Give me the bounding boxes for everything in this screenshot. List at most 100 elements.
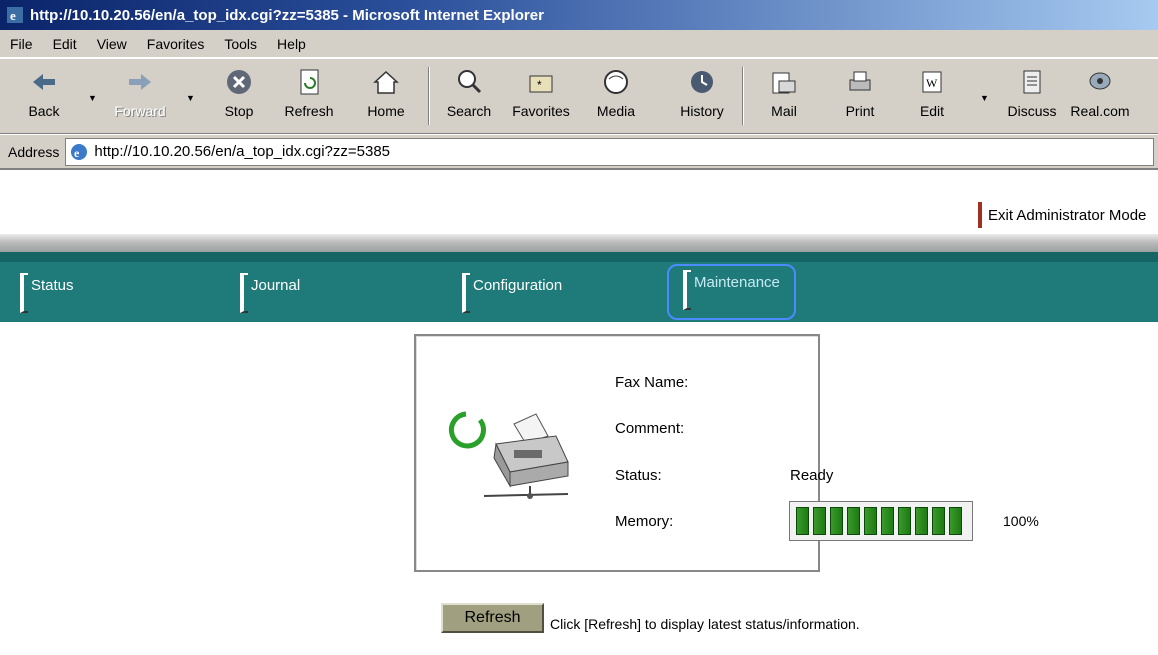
edit-button[interactable]: W Edit [896, 65, 968, 129]
favorites-label: Favorites [512, 103, 570, 119]
word-edit-icon: W [922, 71, 942, 93]
fax-name-label: Fax Name: [615, 374, 689, 391]
stop-icon [227, 70, 251, 94]
memory-meter [789, 501, 973, 541]
media-button[interactable]: Media [580, 65, 652, 129]
toolbar-separator [428, 67, 430, 125]
forward-button[interactable]: Forward [104, 65, 176, 129]
home-button[interactable]: Home [350, 65, 422, 129]
forward-label: Forward [114, 103, 166, 119]
status-label: Status: [615, 467, 662, 484]
history-icon [691, 71, 713, 93]
edit-label: Edit [919, 103, 945, 119]
memory-segment [949, 507, 962, 535]
menu-tools[interactable]: Tools [214, 36, 267, 52]
favorites-button[interactable]: * Favorites [505, 65, 577, 129]
exit-admin-link[interactable]: Exit Administrator Mode [978, 202, 1146, 228]
toolbar-separator [742, 67, 744, 125]
svg-text:e: e [10, 8, 16, 23]
memory-segment [830, 507, 843, 535]
tab-configuration[interactable]: Configuration [462, 273, 562, 313]
discuss-button[interactable]: Discuss [996, 65, 1068, 129]
status-panel: Fax Name: Comment: Status: Ready Memory:… [414, 334, 1039, 572]
refresh-page-icon [300, 69, 319, 95]
tab-maintenance-label: Maintenance [694, 274, 780, 291]
back-label: Back [28, 103, 60, 119]
memory-segment [796, 507, 809, 535]
history-button[interactable]: History [666, 65, 738, 129]
header-separator [0, 234, 1158, 252]
back-button[interactable]: Back [8, 65, 80, 129]
refresh-button[interactable]: Refresh [441, 603, 544, 633]
mail-icon [772, 72, 796, 94]
tab-bracket-icon [683, 270, 691, 310]
mail-label: Mail [771, 103, 797, 119]
refresh-toolbar-button[interactable]: Refresh [273, 65, 345, 129]
stop-button[interactable]: Stop [203, 65, 275, 129]
tab-bracket-icon [462, 273, 470, 313]
tab-maintenance[interactable]: Maintenance [667, 264, 796, 320]
internet-explorer-icon: e [7, 7, 23, 23]
status-value: Ready [790, 467, 834, 484]
search-icon [458, 70, 482, 94]
history-label: History [680, 103, 724, 119]
memory-segment [881, 507, 894, 535]
svg-text:e: e [74, 146, 80, 160]
tab-status-label: Status [31, 277, 74, 294]
refresh-note: Click [Refresh] to display latest status… [550, 616, 860, 632]
web-page: Exit Administrator Mode Status Journal C… [0, 172, 1158, 655]
media-icon [604, 70, 628, 94]
edit-dropdown-icon[interactable]: ▼ [980, 93, 989, 103]
discuss-label: Discuss [1007, 103, 1057, 119]
forward-arrow-icon [129, 74, 151, 90]
tab-journal-label: Journal [251, 277, 301, 294]
home-icon [373, 70, 399, 94]
memory-label: Memory: [615, 513, 674, 530]
real-player-icon [1089, 72, 1111, 90]
ie-page-icon: e [71, 143, 88, 160]
menu-bar: File Edit View Favorites Tools Help [0, 30, 1158, 58]
forward-dropdown-icon[interactable]: ▼ [186, 93, 195, 103]
home-label: Home [367, 103, 405, 119]
menu-favorites[interactable]: Favorites [137, 36, 215, 52]
mail-button[interactable]: Mail [748, 65, 820, 129]
realcom-button[interactable]: Real.com [1064, 65, 1136, 129]
refresh-label: Refresh [284, 103, 334, 119]
memory-segment [898, 507, 911, 535]
nav-bar: Status Journal Configuration Maintenance [0, 252, 1158, 322]
menu-edit[interactable]: Edit [43, 36, 87, 52]
svg-text:W: W [926, 76, 938, 90]
search-label: Search [446, 103, 492, 119]
window-title: http://10.10.20.56/en/a_top_idx.cgi?zz=5… [30, 6, 544, 24]
menu-file[interactable]: File [0, 36, 43, 52]
comment-label: Comment: [615, 420, 685, 437]
realcom-label: Real.com [1070, 103, 1130, 119]
svg-text:*: * [537, 78, 542, 92]
search-button[interactable]: Search [433, 65, 505, 129]
address-label: Address [8, 143, 60, 160]
media-label: Media [596, 103, 636, 119]
address-input[interactable]: e http://10.10.20.56/en/a_top_idx.cgi?zz… [65, 137, 1154, 166]
discuss-icon [1023, 70, 1041, 94]
menu-help[interactable]: Help [267, 36, 316, 52]
address-url: http://10.10.20.56/en/a_top_idx.cgi?zz=5… [94, 143, 391, 160]
fax-machine-icon [448, 411, 569, 499]
tab-journal[interactable]: Journal [240, 273, 301, 313]
favorites-folder-icon: * [529, 75, 553, 93]
stop-label: Stop [224, 103, 254, 119]
back-arrow-icon [33, 74, 55, 90]
back-dropdown-icon[interactable]: ▼ [88, 93, 97, 103]
print-label: Print [845, 103, 875, 119]
exit-admin-label: Exit Administrator Mode [988, 206, 1147, 224]
memory-segment [847, 507, 860, 535]
memory-segment [932, 507, 945, 535]
memory-segment [915, 507, 928, 535]
exit-marker-icon [978, 202, 982, 228]
tab-bracket-icon [240, 273, 248, 313]
address-bar: Address e http://10.10.20.56/en/a_top_id… [0, 134, 1158, 170]
print-button[interactable]: Print [824, 65, 896, 129]
memory-percent: 100% [1003, 513, 1039, 529]
tab-status[interactable]: Status [20, 273, 74, 313]
menu-view[interactable]: View [87, 36, 137, 52]
memory-segment [813, 507, 826, 535]
